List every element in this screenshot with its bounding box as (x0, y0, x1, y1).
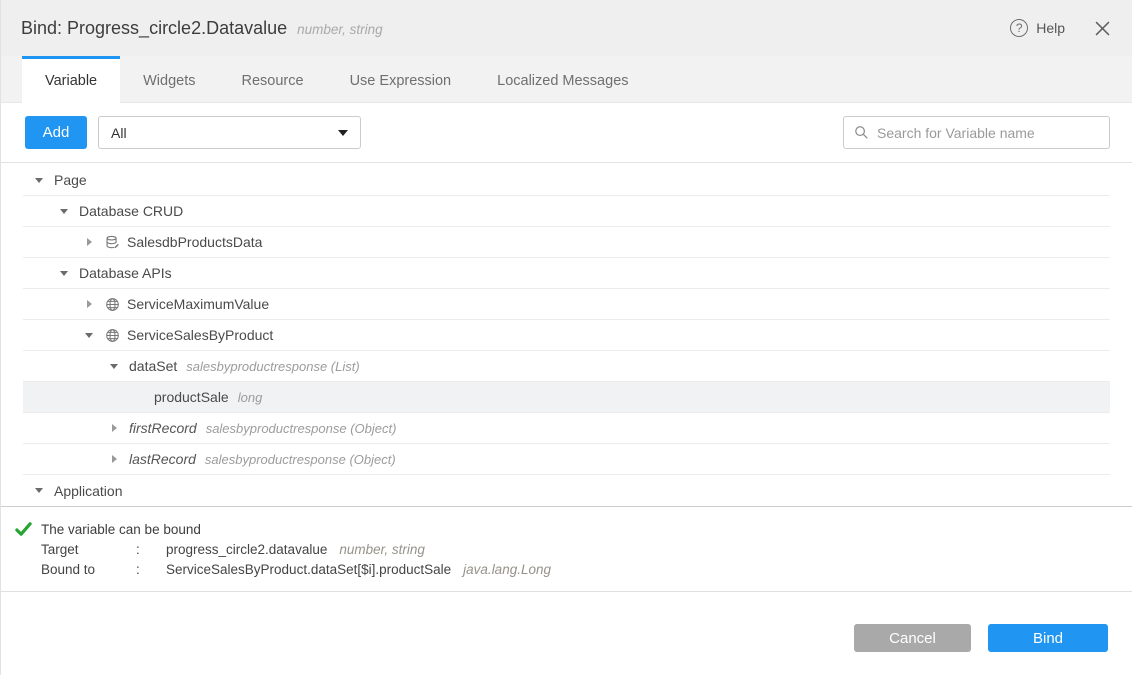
tree-node-label: Database APIs (79, 265, 172, 281)
collapse-arrow-icon[interactable] (60, 271, 79, 276)
tab-widgets[interactable]: Widgets (120, 56, 218, 102)
tab-label: Use Expression (350, 73, 452, 89)
expand-arrow-icon[interactable] (110, 424, 129, 432)
tab-label: Localized Messages (497, 73, 628, 89)
tree-node-label: productSale (154, 389, 229, 405)
tree-node-type: salesbyproductresponse (List) (186, 359, 359, 374)
tree-node-label: Application (54, 483, 123, 499)
bind-button[interactable]: Bind (988, 624, 1108, 652)
tree-node-label: firstRecord (129, 420, 197, 436)
tree-node-type: salesbyproductresponse (Object) (205, 452, 396, 467)
tree-row-firstrecord[interactable]: firstRecord salesbyproductresponse (Objec… (23, 413, 1110, 444)
tab-variable[interactable]: Variable (22, 56, 120, 103)
tree-node-label: Database CRUD (79, 203, 183, 219)
search-icon (854, 125, 869, 140)
collapse-arrow-icon[interactable] (35, 178, 54, 183)
collapse-arrow-icon[interactable] (110, 364, 129, 369)
close-icon[interactable] (1095, 21, 1110, 36)
filter-selected-value: All (111, 125, 127, 141)
success-check-icon (15, 521, 32, 538)
expand-arrow-icon[interactable] (85, 238, 104, 246)
tree-node-label: dataSet (129, 358, 177, 374)
bound-to-type: java.lang.Long (463, 562, 551, 577)
target-value: progress_circle2.datavalue (166, 542, 327, 557)
tab-label: Widgets (143, 73, 195, 89)
expand-arrow-icon[interactable] (85, 300, 104, 308)
collapse-arrow-icon[interactable] (85, 333, 104, 338)
help-button[interactable]: ? Help (1010, 19, 1065, 37)
tab-localized-messages[interactable]: Localized Messages (474, 56, 651, 102)
tree-node-label: ServiceSalesByProduct (127, 327, 273, 343)
tab-label: Variable (45, 73, 97, 89)
variable-search-box (843, 116, 1110, 149)
tree-row-database-apis[interactable]: Database APIs (23, 258, 1110, 289)
binding-status-panel: The variable can be bound Target : progr… (1, 507, 1132, 592)
status-message: The variable can be bound (41, 522, 201, 537)
tab-resource[interactable]: Resource (219, 56, 327, 102)
webservice-icon (104, 327, 120, 343)
database-icon (104, 234, 120, 250)
variable-filter-select[interactable]: All (98, 116, 361, 149)
tree-node-type: salesbyproductresponse (Object) (206, 421, 397, 436)
tree-row-servicesalesbyproduct[interactable]: ServiceSalesByProduct (23, 320, 1110, 351)
tree-row-database-crud[interactable]: Database CRUD (23, 196, 1110, 227)
tab-bar: Variable Widgets Resource Use Expression Loc… (1, 56, 1132, 103)
cancel-button[interactable]: Cancel (854, 624, 971, 652)
webservice-icon (104, 296, 120, 312)
toolbar: Add All (1, 103, 1132, 163)
tab-use-expression[interactable]: Use Expression (327, 56, 475, 102)
tree-row-servicemaximumvalue[interactable]: ServiceMaximumValue (23, 289, 1110, 320)
collapse-arrow-icon[interactable] (35, 488, 54, 493)
search-input[interactable] (877, 125, 1099, 141)
tree-row-salesdbproductsdata[interactable]: SalesdbProductsData (23, 227, 1110, 258)
tree-row-productsale[interactable]: productSale long (23, 382, 1110, 413)
target-label: Target (41, 542, 136, 557)
dialog-title: Bind: Progress_circle2.Datavalue (21, 18, 287, 39)
bind-dialog: Bind: Progress_circle2.Datavalue number,… (0, 0, 1132, 675)
bound-to-value: ServiceSalesByProduct.dataSet[$i].produc… (166, 562, 451, 577)
bound-to-label: Bound to (41, 562, 136, 577)
tree-node-label: ServiceMaximumValue (127, 296, 269, 312)
help-label: Help (1036, 20, 1065, 36)
dialog-header: Bind: Progress_circle2.Datavalue number,… (1, 0, 1132, 56)
separator: : (136, 562, 166, 577)
tree-row-dataset[interactable]: dataSet salesbyproductresponse (List) (23, 351, 1110, 382)
add-variable-button[interactable]: Add (25, 116, 87, 149)
help-icon: ? (1010, 19, 1028, 37)
collapse-arrow-icon[interactable] (60, 209, 79, 214)
tree-row-application[interactable]: Application (23, 475, 1110, 506)
tree-node-type: long (238, 390, 263, 405)
tree-row-lastrecord[interactable]: lastRecord salesbyproductresponse (Object… (23, 444, 1110, 475)
dialog-footer: Cancel Bind (1, 592, 1132, 652)
variable-tree: Page Database CRUD SalesdbProductsData Data… (1, 163, 1132, 507)
tree-row-page[interactable]: Page (23, 165, 1110, 196)
expand-arrow-icon[interactable] (110, 455, 129, 463)
tab-label: Resource (242, 73, 304, 89)
dialog-title-type: number, string (297, 22, 383, 37)
dropdown-caret-icon (338, 130, 348, 136)
tree-node-label: Page (54, 172, 87, 188)
tree-node-label: lastRecord (129, 451, 196, 467)
target-type: number, string (339, 542, 425, 557)
separator: : (136, 542, 166, 557)
tree-node-label: SalesdbProductsData (127, 234, 262, 250)
